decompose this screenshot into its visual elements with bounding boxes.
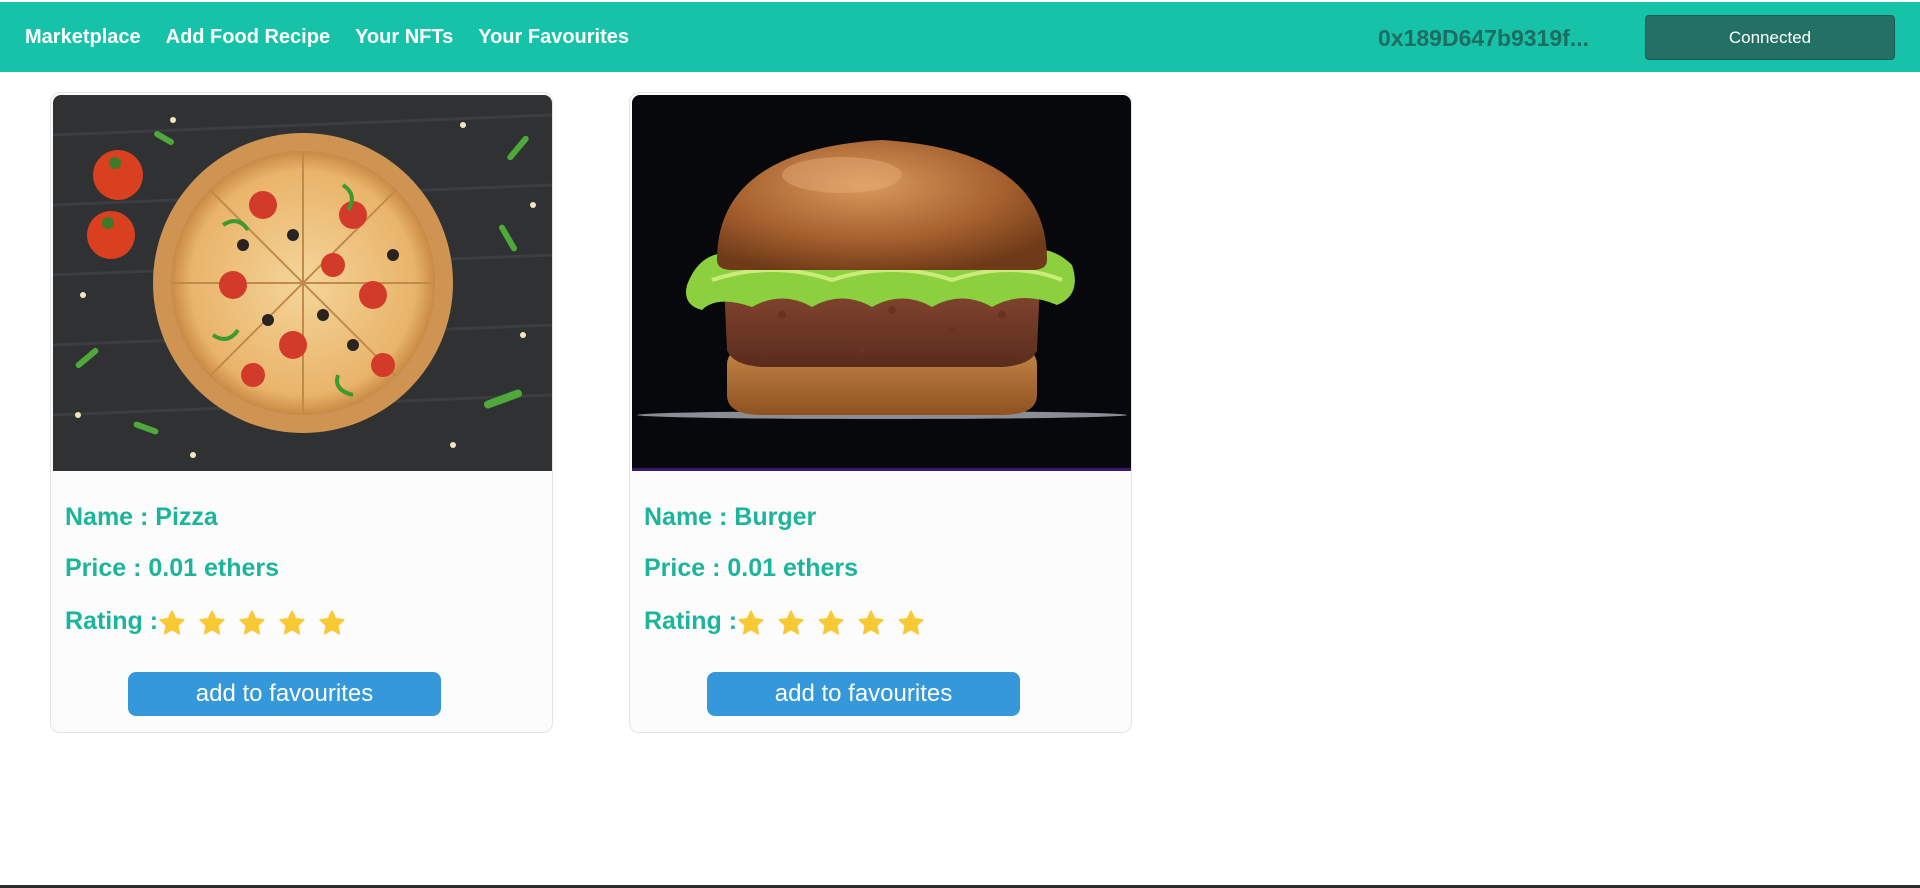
rating-stars (737, 609, 937, 637)
top-navbar: Marketplace Add Food Recipe Your NFTs Yo… (0, 2, 1920, 72)
rating-stars (158, 609, 358, 637)
nav-link-your-favourites[interactable]: Your Favourites (478, 26, 629, 49)
nft-card-burger: Name : Burger Price : 0.01 ethers Rating… (629, 92, 1132, 733)
card-rating-label: Rating : (644, 607, 738, 635)
card-price: Price : 0.01 ethers (65, 554, 280, 582)
card-name: Name : Burger (644, 503, 817, 531)
star-icon (898, 610, 924, 635)
star-icon (199, 610, 225, 635)
star-icon (738, 610, 764, 635)
star-icon (319, 610, 345, 635)
burger-image (632, 95, 1131, 471)
star-icon (239, 610, 265, 635)
nav-link-add-food-recipe[interactable]: Add Food Recipe (166, 26, 330, 49)
nav-link-your-nfts[interactable]: Your NFTs (355, 26, 453, 49)
add-to-favourites-button[interactable]: add to favourites (128, 672, 441, 716)
card-rating-label: Rating : (65, 607, 159, 635)
nav-links: Marketplace Add Food Recipe Your NFTs Yo… (25, 2, 654, 72)
card-name: Name : Pizza (65, 503, 218, 531)
star-icon (778, 610, 804, 635)
wallet-address: 0x189D647b9319f... (1378, 25, 1589, 51)
nav-link-marketplace[interactable]: Marketplace (25, 26, 141, 49)
pizza-image (53, 95, 552, 471)
star-icon (858, 610, 884, 635)
star-icon (159, 610, 185, 635)
connect-wallet-button[interactable]: Connected (1645, 15, 1895, 60)
add-to-favourites-button[interactable]: add to favourites (707, 672, 1020, 716)
star-icon (279, 610, 305, 635)
star-icon (818, 610, 844, 635)
card-price: Price : 0.01 ethers (644, 554, 859, 582)
nft-card-pizza: Name : Pizza Price : 0.01 ethers Rating … (50, 92, 553, 733)
